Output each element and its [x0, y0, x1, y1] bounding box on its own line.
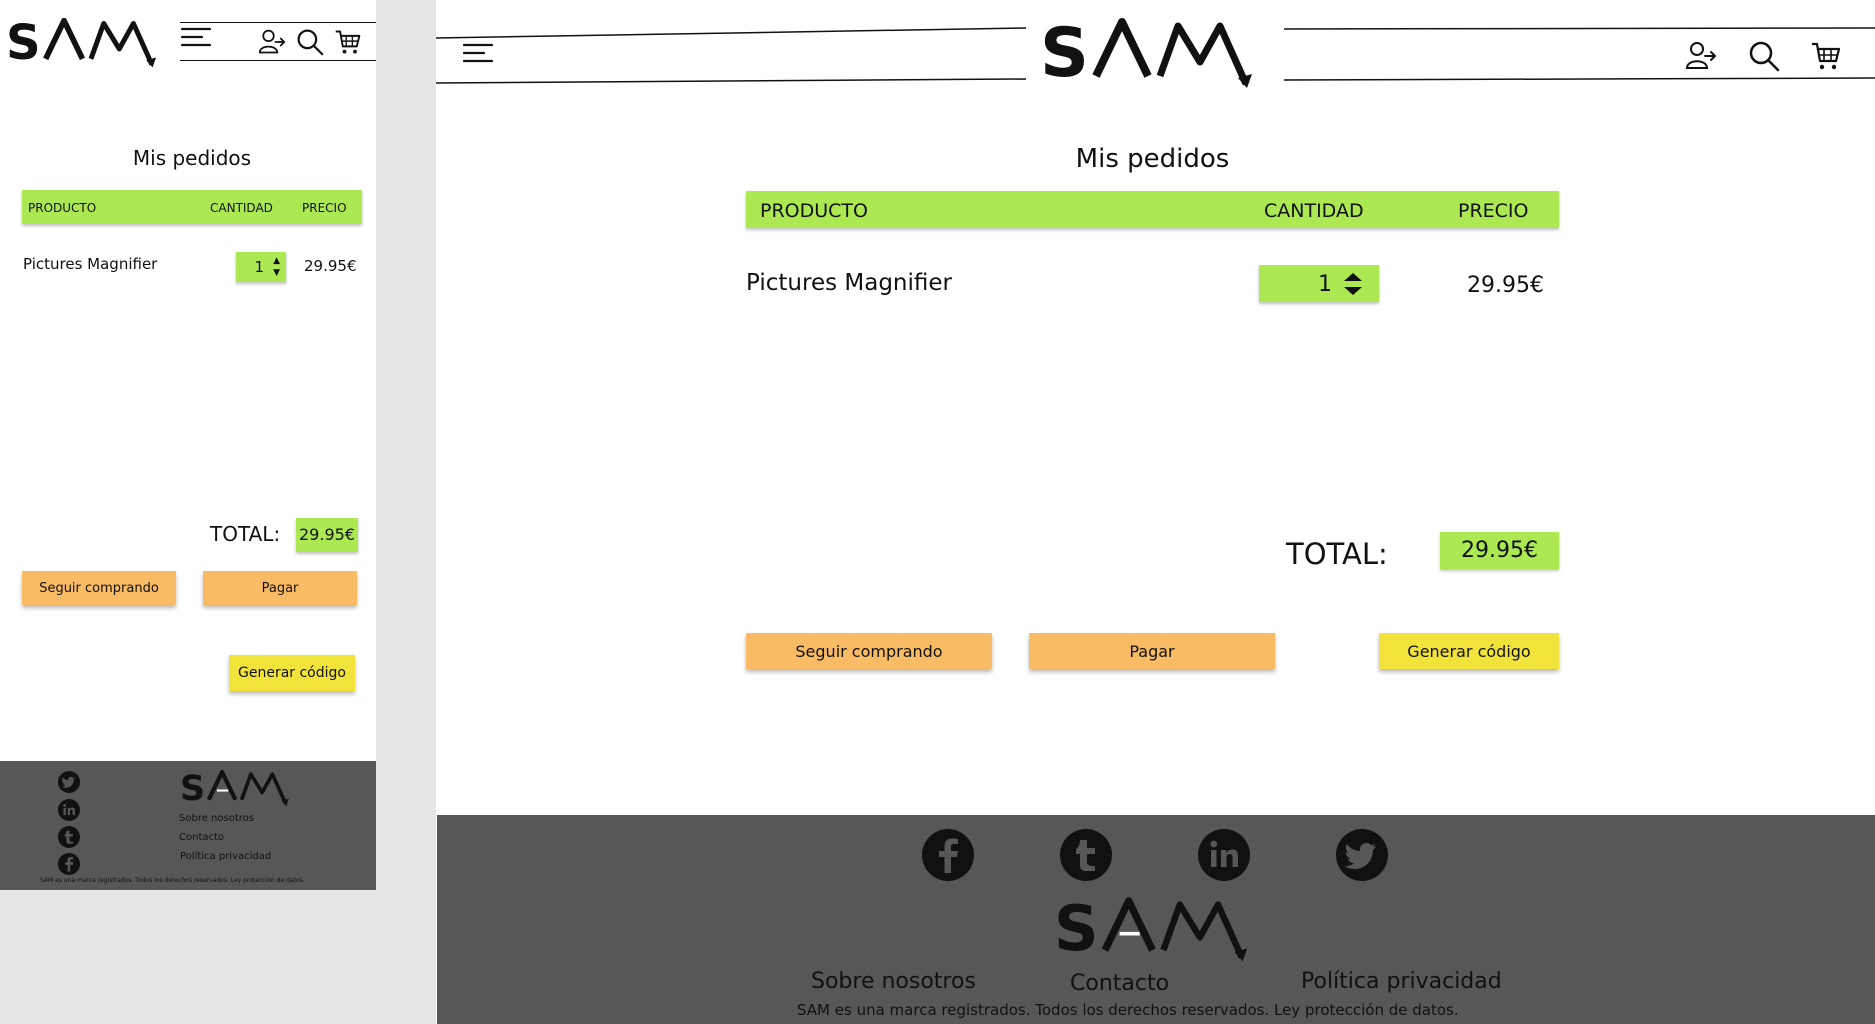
column-header-product: PRODUCTO: [28, 201, 97, 215]
table-header: PRODUCTO CANTIDAD PRECIO: [746, 191, 1559, 228]
total-value: 29.95€: [1440, 532, 1559, 569]
user-login-button[interactable]: [1685, 40, 1717, 72]
product-price: 29.95€: [1467, 273, 1544, 298]
stepper-arrows-icon[interactable]: [1342, 270, 1364, 298]
user-login-icon: [1685, 40, 1717, 72]
quantity-stepper[interactable]: 1: [1259, 265, 1379, 302]
menu-button[interactable]: [462, 42, 494, 68]
cart-button[interactable]: [1810, 40, 1842, 72]
footer-copyright: SAM es una marca registrados. Todos los …: [797, 1001, 1459, 1019]
menu-icon: [180, 26, 212, 52]
cart-icon: [334, 28, 362, 56]
cart-icon: [1810, 40, 1842, 72]
table-header: PRODUCTO CANTIDAD PRECIO: [22, 190, 362, 224]
linkedin-icon[interactable]: [1198, 829, 1250, 881]
logo[interactable]: [1040, 18, 1266, 92]
search-icon: [296, 28, 324, 56]
footer-link-about[interactable]: Sobre nosotros: [811, 969, 976, 994]
header-top-line: [180, 22, 376, 23]
sam-logo-icon: [6, 16, 166, 72]
footer-link-contact[interactable]: Contacto: [179, 832, 224, 843]
page-title: Mis pedidos: [1075, 144, 1230, 174]
footer-logo[interactable]: [180, 769, 296, 809]
product-name: Pictures Magnifier: [23, 255, 158, 273]
quantity-value: 1: [1318, 272, 1332, 297]
mobile-view: Mis pedidos PRODUCTO CANTIDAD PRECIO Pic…: [0, 0, 376, 890]
footer-link-contact[interactable]: Contacto: [1070, 971, 1169, 996]
footer-copyright: SAM es una marca registrados. Todos los …: [40, 877, 305, 884]
user-login-icon: [258, 28, 286, 56]
product-name: Pictures Magnifier: [746, 270, 952, 296]
desktop-view: Mis pedidos PRODUCTO CANTIDAD PRECIO Pic…: [436, 0, 1875, 1024]
total-label: TOTAL:: [210, 522, 281, 546]
search-icon: [1748, 40, 1780, 72]
total-label: TOTAL:: [1286, 537, 1388, 571]
stepper-arrows-icon[interactable]: ▲ ▼: [273, 255, 280, 279]
column-header-price: PRECIO: [1458, 200, 1529, 222]
footer-link-privacy[interactable]: Política privacidad: [180, 851, 271, 862]
search-button[interactable]: [296, 28, 324, 56]
search-button[interactable]: [1748, 40, 1780, 72]
column-header-quantity: CANTIDAD: [1264, 200, 1364, 222]
quantity-stepper[interactable]: 1 ▲ ▼: [236, 252, 286, 282]
page-title: Mis pedidos: [132, 146, 252, 170]
footer-link-privacy[interactable]: Política privacidad: [1301, 969, 1502, 994]
facebook-icon[interactable]: [58, 853, 80, 875]
sam-logo-icon: [1040, 18, 1266, 92]
tumblr-icon[interactable]: [1060, 829, 1112, 881]
twitter-icon[interactable]: [1336, 829, 1388, 881]
sam-logo-icon: [180, 769, 296, 809]
footer: Sobre nosotros Contacto Política privaci…: [0, 761, 376, 890]
twitter-icon[interactable]: [58, 771, 80, 793]
footer: Sobre nosotros Contacto Política privaci…: [437, 815, 1875, 1024]
cart-button[interactable]: [334, 28, 362, 56]
quantity-value: 1: [254, 258, 264, 276]
generate-code-button[interactable]: Generar código: [229, 655, 355, 691]
facebook-icon[interactable]: [922, 829, 974, 881]
column-header-product: PRODUCTO: [760, 200, 868, 222]
footer-logo[interactable]: [1054, 895, 1260, 967]
continue-shopping-button[interactable]: Seguir comprando: [22, 571, 176, 605]
logo[interactable]: [6, 16, 166, 72]
pay-button[interactable]: Pagar: [1029, 633, 1275, 669]
linkedin-icon[interactable]: [58, 799, 80, 821]
tumblr-icon[interactable]: [58, 826, 80, 848]
product-price: 29.95€: [304, 257, 357, 275]
pay-button[interactable]: Pagar: [203, 571, 357, 605]
column-header-quantity: CANTIDAD: [210, 201, 273, 215]
sam-logo-icon: [1054, 895, 1260, 967]
generate-code-button[interactable]: Generar código: [1379, 633, 1559, 669]
menu-button[interactable]: [180, 26, 212, 52]
total-value: 29.95€: [296, 518, 358, 552]
continue-shopping-button[interactable]: Seguir comprando: [746, 633, 992, 669]
column-header-price: PRECIO: [302, 201, 347, 215]
menu-icon: [462, 42, 494, 68]
footer-link-about[interactable]: Sobre nosotros: [179, 813, 254, 824]
user-login-button[interactable]: [258, 28, 286, 56]
header-bottom-line: [180, 60, 376, 61]
